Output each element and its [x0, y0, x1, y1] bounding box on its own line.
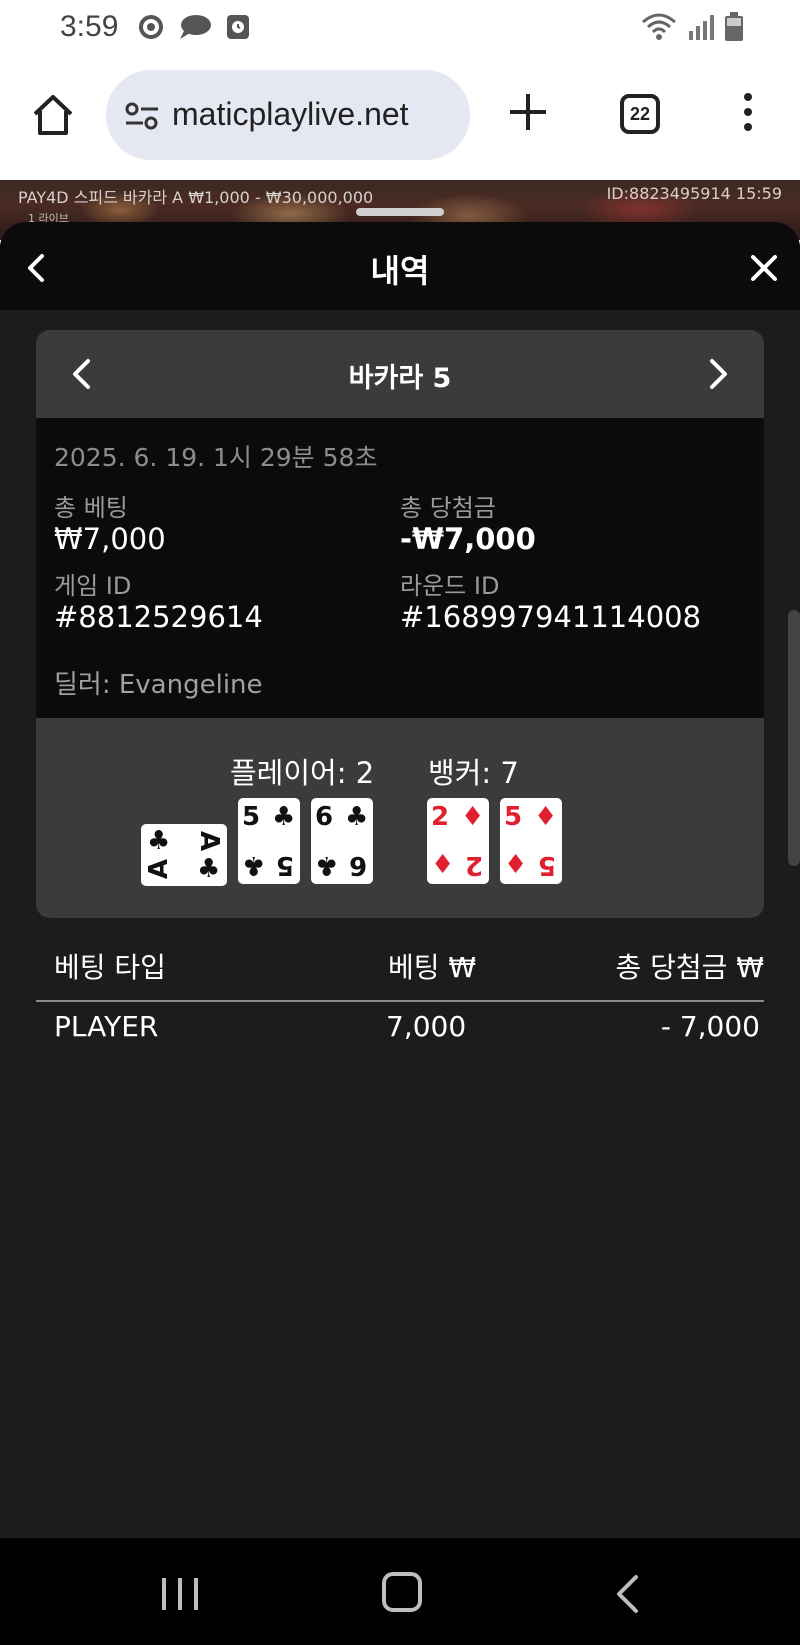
total-win-label: 총 당첨금: [400, 494, 496, 522]
player-card-2: 5 ♣ ♣ 5: [238, 798, 300, 884]
round-title: 바카라 5: [348, 363, 452, 394]
home-icon[interactable]: [30, 92, 76, 138]
drag-handle[interactable]: [356, 208, 444, 216]
round-id-label: 라운드 ID: [400, 572, 500, 600]
row-total-win: - 7,000: [660, 1010, 760, 1043]
browser-toolbar: maticplaylive.net 22: [0, 56, 800, 180]
round-details: 2025. 6. 19. 1시 29분 58초 총 베팅 ₩7,000 총 당첨…: [36, 418, 764, 718]
round-date: 2025. 6. 19. 1시 29분 58초: [54, 443, 378, 472]
total-bet-label: 총 베팅: [54, 494, 128, 522]
sheet-title: 내역: [370, 252, 430, 290]
card-rank: 2: [431, 802, 450, 832]
table-divider: [36, 1000, 764, 1002]
notification-icons: [138, 13, 250, 41]
header-bet-amount: 베팅 ₩: [388, 951, 477, 984]
close-icon[interactable]: [750, 254, 778, 282]
sheet-header: 내역: [0, 222, 800, 310]
chevron-right-icon[interactable]: [708, 358, 730, 390]
address-bar[interactable]: maticplaylive.net: [106, 70, 470, 160]
clock-app-icon: [227, 15, 249, 39]
more-vert-icon[interactable]: [738, 92, 758, 132]
card-rank: 5: [538, 850, 557, 880]
card-suit: ♣: [272, 802, 296, 832]
game-id-value: #8812529614: [54, 600, 263, 634]
system-icons: [640, 12, 744, 42]
row-bet-type: PLAYER: [54, 1010, 159, 1043]
recent-apps-icon[interactable]: [160, 1576, 200, 1612]
table-info: PAY4D 스피드 바카라 A ₩1,000 - ₩30,000,000: [18, 188, 374, 207]
dealer-name: 딜러: Evangeline: [54, 670, 263, 700]
banker-score: 뱅커: 7: [428, 756, 519, 790]
card-rank: A: [194, 830, 225, 852]
wifi-icon: [642, 13, 676, 40]
round-id-value: #168997941114008: [400, 600, 702, 634]
player-card-3: 6 ♣ ♣ 6: [311, 798, 373, 884]
card-suit: ♦: [504, 850, 528, 880]
total-win-value: -₩7,000: [400, 522, 536, 556]
chat-bubble-icon: [180, 15, 211, 39]
card-suit: ♣: [315, 850, 339, 880]
card-rank: A: [144, 858, 175, 880]
card-suit: ♣: [197, 854, 221, 884]
card-rank: 2: [465, 850, 484, 880]
header-bet-type: 베팅 타입: [54, 951, 166, 984]
round-detail-card: 바카라 5 2025. 6. 19. 1시 29분 58초 총 베팅 ₩7,00…: [36, 330, 764, 918]
card-suit: ♦: [534, 802, 558, 832]
system-nav-bar: [0, 1538, 800, 1645]
tab-switcher-button[interactable]: 22: [620, 94, 660, 134]
card-rank: 5: [504, 802, 523, 832]
card-suit: ♣: [147, 826, 171, 856]
player-card-1: ♣ A A ♣: [141, 824, 227, 886]
card-suit: ♣: [345, 802, 369, 832]
card-rank: 6: [349, 850, 368, 880]
history-sheet: 내역 바카라 5 2025. 6. 19. 1시 29분 58초 총 베팅 ₩7…: [0, 222, 800, 1538]
card-suit: ♦: [461, 802, 485, 832]
player-score: 플레이어: 2: [230, 756, 375, 790]
banker-card-2: 5 ♦ ♦ 5: [500, 798, 562, 884]
sync-icon: [139, 15, 163, 39]
status-time: 3:59: [60, 10, 119, 43]
back-nav-icon[interactable]: [614, 1574, 640, 1614]
hands-area: 플레이어: 2 뱅커: 7 ♣ A A ♣ 5 ♣ ♣ 5 6 ♣ ♣ 6 2 …: [36, 718, 764, 918]
card-suit: ♣: [242, 850, 266, 880]
scrollbar[interactable]: [788, 610, 800, 866]
total-bet-value: ₩7,000: [54, 522, 166, 556]
url-text: maticplaylive.net: [172, 96, 409, 132]
home-nav-icon[interactable]: [382, 1572, 422, 1612]
round-nav: 바카라 5: [36, 330, 764, 418]
card-rank: 5: [242, 802, 261, 832]
new-tab-icon[interactable]: [506, 90, 550, 134]
status-bar: 3:59: [0, 0, 800, 56]
card-rank: 5: [276, 850, 295, 880]
game-id-time: ID:8823495914 15:59: [606, 184, 782, 203]
banker-card-1: 2 ♦ ♦ 2: [427, 798, 489, 884]
header-total-win: 총 당첨금 ₩: [615, 951, 764, 984]
row-bet-amount: 7,000: [386, 1010, 467, 1043]
battery-icon: [725, 12, 743, 41]
game-id-label: 게임 ID: [54, 572, 132, 600]
site-settings-icon[interactable]: [124, 100, 160, 132]
card-rank: 6: [315, 802, 334, 832]
signal-icon: [689, 15, 714, 40]
card-suit: ♦: [431, 850, 455, 880]
